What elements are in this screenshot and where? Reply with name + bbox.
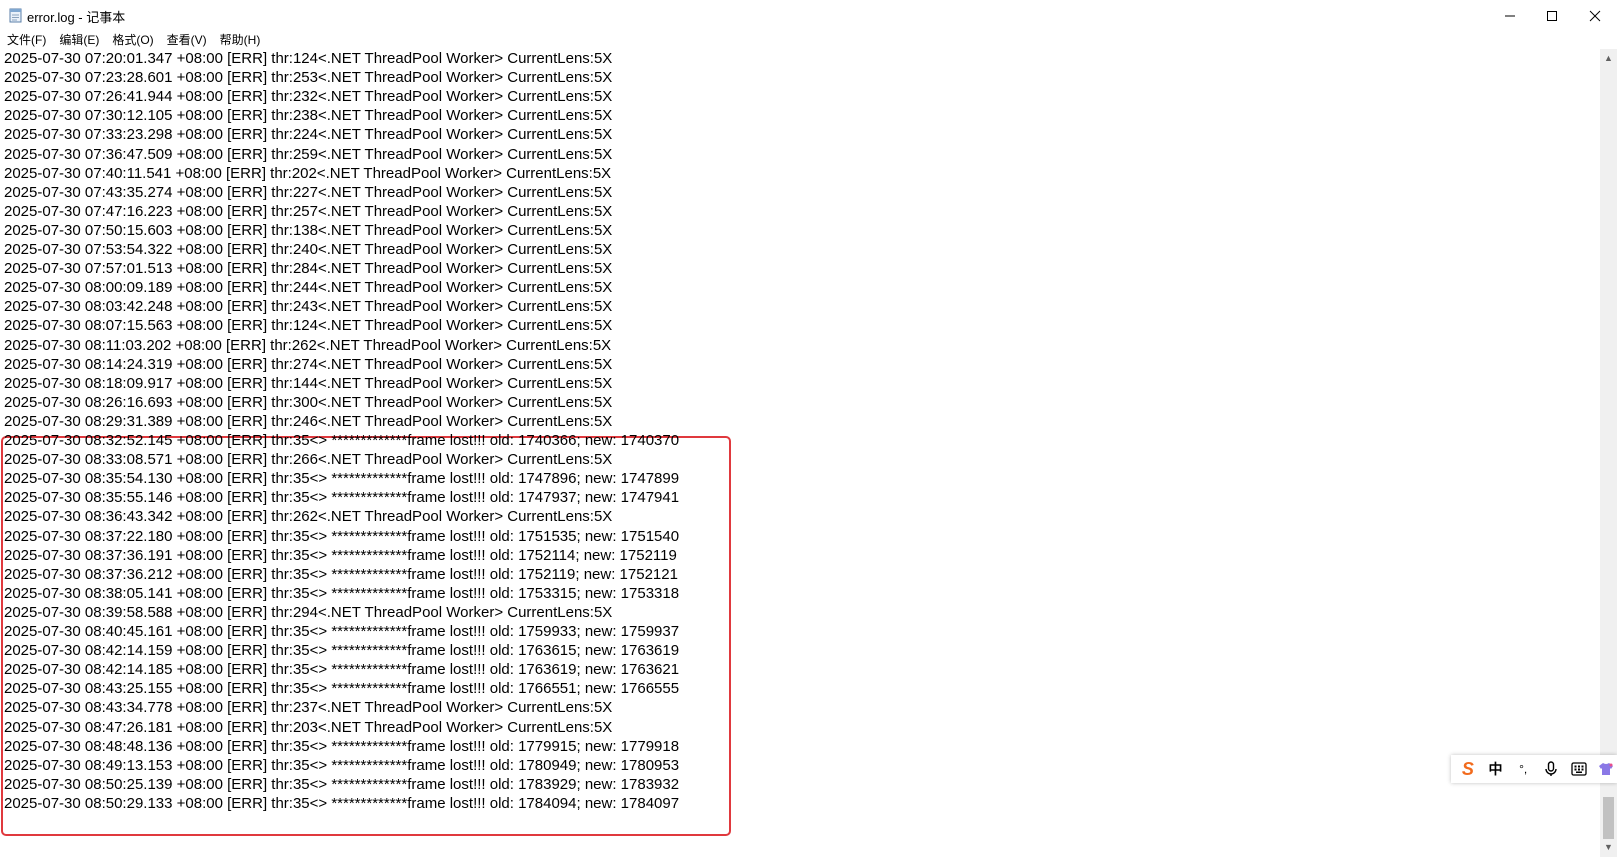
input-mode-toggle[interactable]: 中 xyxy=(1485,758,1507,780)
log-line: 2025-07-30 08:43:25.155 +08:00 [ERR] thr… xyxy=(4,680,680,698)
log-line: 2025-07-30 07:57:01.513 +08:00 [ERR] thr… xyxy=(4,260,613,278)
log-line: 2025-07-30 08:47:26.181 +08:00 [ERR] thr… xyxy=(4,718,613,736)
scrollbar-thumb[interactable] xyxy=(1603,797,1614,839)
keyboard-icon[interactable] xyxy=(1568,758,1590,780)
log-line: 2025-07-30 08:35:54.130 +08:00 [ERR] thr… xyxy=(4,470,680,488)
close-icon xyxy=(1589,10,1601,21)
log-line: 2025-07-30 08:18:09.917 +08:00 [ERR] thr… xyxy=(4,374,613,392)
log-line: 2025-07-30 08:49:13.153 +08:00 [ERR] thr… xyxy=(4,756,680,774)
scroll-up-arrow-icon[interactable]: ▲ xyxy=(1604,53,1613,63)
window-title: error.log - 记事本 xyxy=(27,10,126,25)
log-line: 2025-07-30 07:40:11.541 +08:00 [ERR] thr… xyxy=(4,164,612,182)
log-line: 2025-07-30 07:26:41.944 +08:00 [ERR] thr… xyxy=(4,88,613,106)
log-line: 2025-07-30 08:32:52.145 +08:00 [ERR] thr… xyxy=(4,432,680,449)
menu-file[interactable]: 文件(F) xyxy=(0,31,52,49)
log-line: 2025-07-30 08:33:08.571 +08:00 [ERR] thr… xyxy=(4,451,613,469)
log-line: 2025-07-30 07:47:16.223 +08:00 [ERR] thr… xyxy=(4,202,613,220)
log-line: 2025-07-30 08:29:31.389 +08:00 [ERR] thr… xyxy=(4,412,613,430)
log-line: 2025-07-30 08:39:58.588 +08:00 [ERR] thr… xyxy=(4,603,613,621)
ime-toolbar: S 中 °, xyxy=(1451,755,1617,783)
menu-help[interactable]: 帮助(H) xyxy=(213,31,267,49)
log-line: 2025-07-30 08:26:16.693 +08:00 [ERR] thr… xyxy=(4,393,613,411)
log-line: 2025-07-30 08:38:05.141 +08:00 [ERR] thr… xyxy=(4,584,680,602)
log-line: 2025-07-30 08:00:09.189 +08:00 [ERR] thr… xyxy=(4,279,613,297)
log-line: 2025-07-30 08:42:14.159 +08:00 [ERR] thr… xyxy=(4,642,680,660)
log-line: 2025-07-30 07:20:01.347 +08:00 [ERR] thr… xyxy=(4,50,613,67)
menu-format[interactable]: 格式(O) xyxy=(105,31,159,49)
log-line: 2025-07-30 08:37:36.212 +08:00 [ERR] thr… xyxy=(4,565,678,583)
log-line: 2025-07-30 07:33:23.298 +08:00 [ERR] thr… xyxy=(4,126,613,144)
log-line: 2025-07-30 07:53:54.322 +08:00 [ERR] thr… xyxy=(4,241,613,258)
menu-edit[interactable]: 编辑(E) xyxy=(52,31,105,49)
log-line: 2025-07-30 08:14:24.319 +08:00 [ERR] thr… xyxy=(4,355,613,373)
title-bar: error.log - 记事本 xyxy=(0,0,1617,31)
log-line: 2025-07-30 08:07:15.563 +08:00 [ERR] thr… xyxy=(4,317,613,335)
log-line: 2025-07-30 08:11:03.202 +08:00 [ERR] thr… xyxy=(4,336,612,354)
log-line: 2025-07-30 08:37:36.191 +08:00 [ERR] thr… xyxy=(4,546,677,564)
log-line: 2025-07-30 07:30:12.105 +08:00 [ERR] thr… xyxy=(4,107,613,125)
log-line: 2025-07-30 08:50:29.133 +08:00 [ERR] thr… xyxy=(4,794,680,812)
scroll-down-arrow-icon[interactable]: ▼ xyxy=(1604,842,1613,852)
maximize-icon xyxy=(1547,10,1557,21)
log-line: 2025-07-30 07:43:35.274 +08:00 [ERR] thr… xyxy=(4,183,613,201)
log-line: 2025-07-30 08:37:22.180 +08:00 [ERR] thr… xyxy=(4,527,680,545)
log-line: 2025-07-30 08:36:43.342 +08:00 [ERR] thr… xyxy=(4,508,613,526)
log-line: 2025-07-30 08:43:34.778 +08:00 [ERR] thr… xyxy=(4,699,613,717)
vertical-scrollbar[interactable] xyxy=(1600,49,1617,857)
notepad-icon xyxy=(9,8,22,23)
menu-view[interactable]: 查看(V) xyxy=(160,31,213,49)
log-line: 2025-07-30 08:40:45.161 +08:00 [ERR] thr… xyxy=(4,623,680,640)
log-line: 2025-07-30 08:48:48.136 +08:00 [ERR] thr… xyxy=(4,737,680,755)
log-line: 2025-07-30 08:03:42.248 +08:00 [ERR] thr… xyxy=(4,298,613,316)
mic-icon[interactable] xyxy=(1540,758,1562,780)
log-line: 2025-07-30 07:50:15.603 +08:00 [ERR] thr… xyxy=(4,221,613,239)
log-line: 2025-07-30 07:23:28.601 +08:00 [ERR] thr… xyxy=(4,69,613,87)
minimize-icon xyxy=(1505,15,1515,16)
menu-bar: 文件(F) 编辑(E) 格式(O) 查看(V) 帮助(H) xyxy=(0,31,1617,49)
shirt-icon[interactable] xyxy=(1595,758,1617,780)
text-editor[interactable]: 2025-07-30 07:20:01.347 +08:00 [ERR] thr… xyxy=(0,49,1600,857)
close-button[interactable] xyxy=(1573,0,1617,31)
punctuation-toggle[interactable]: °, xyxy=(1512,758,1534,780)
minimize-button[interactable] xyxy=(1488,0,1532,31)
log-line: 2025-07-30 08:42:14.185 +08:00 [ERR] thr… xyxy=(4,661,680,679)
maximize-button[interactable] xyxy=(1530,0,1574,31)
sogou-logo-icon[interactable]: S xyxy=(1457,758,1479,780)
log-line: 2025-07-30 08:50:25.139 +08:00 [ERR] thr… xyxy=(4,775,680,793)
log-line: 2025-07-30 08:35:55.146 +08:00 [ERR] thr… xyxy=(4,489,680,507)
log-line: 2025-07-30 07:36:47.509 +08:00 [ERR] thr… xyxy=(4,145,613,163)
